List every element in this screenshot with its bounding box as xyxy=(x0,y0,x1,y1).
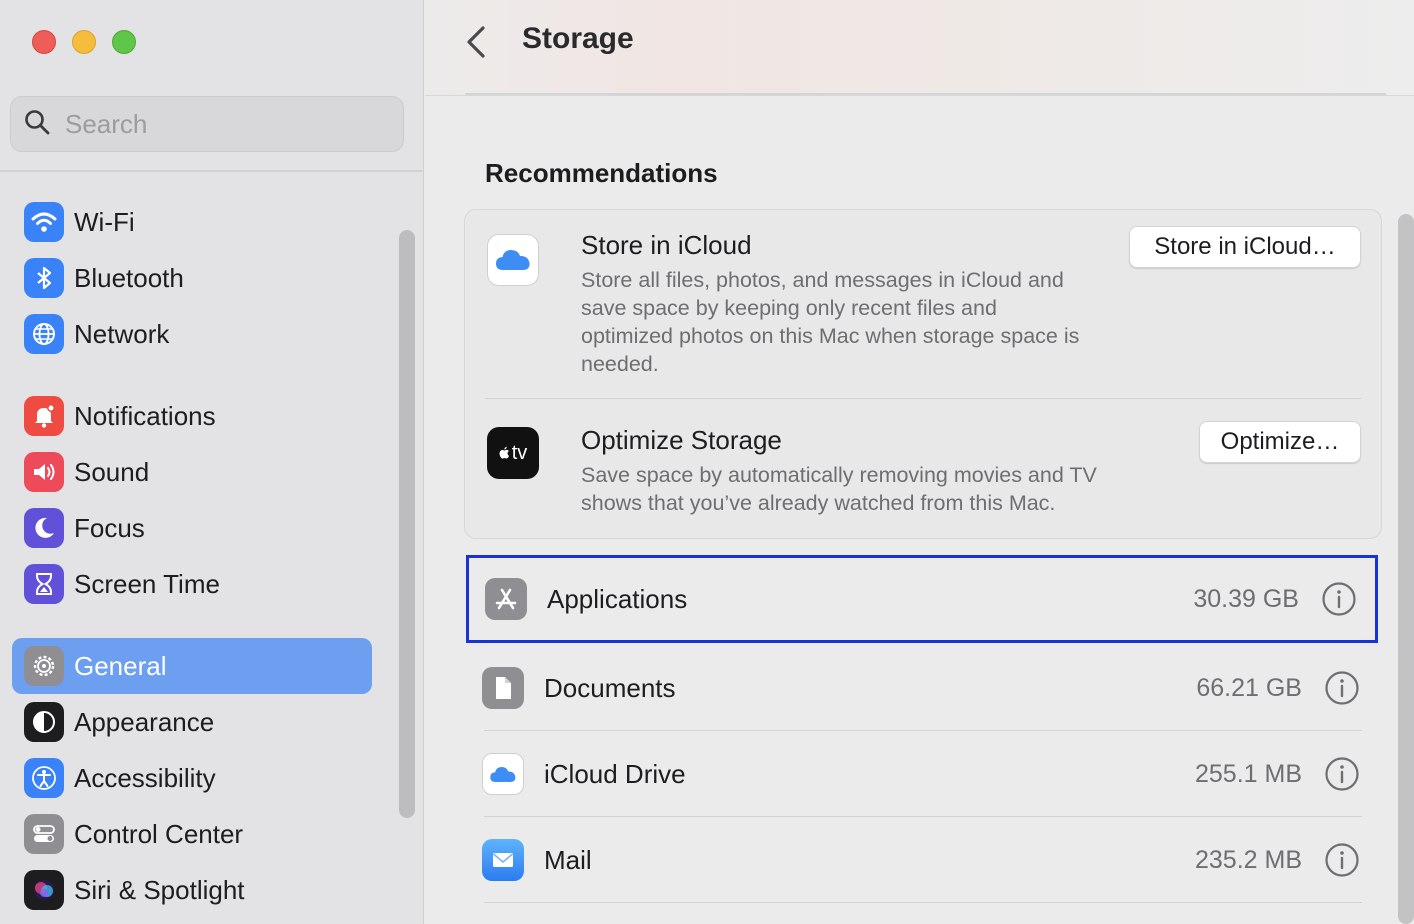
mail-icon xyxy=(482,839,524,881)
toolbar: Storage xyxy=(425,0,1414,96)
document-icon xyxy=(482,667,524,709)
appearance-icon xyxy=(24,702,64,742)
speaker-icon xyxy=(24,452,64,492)
chevron-left-icon[interactable] xyxy=(463,22,491,62)
storage-item-label: iCloud Drive xyxy=(544,758,686,789)
globe-icon xyxy=(24,314,64,354)
siri-icon xyxy=(24,870,64,910)
storage-item-mail[interactable]: Mail 235.2 MB xyxy=(466,817,1378,903)
optimize-button[interactable]: Optimize… xyxy=(1199,421,1361,463)
close-window-button[interactable] xyxy=(32,30,56,54)
sidebar-item-label: Notifications xyxy=(74,400,216,431)
sidebar-item-notifications[interactable]: Notifications xyxy=(12,388,372,444)
icloud-drive-icon xyxy=(482,753,524,795)
sidebar-divider xyxy=(0,170,424,172)
store-in-icloud-button[interactable]: Store in iCloud… xyxy=(1129,226,1361,268)
sidebar-item-label: Bluetooth xyxy=(74,262,184,293)
sidebar-item-label: Screen Time xyxy=(74,568,220,599)
content-scrollbar[interactable] xyxy=(1398,214,1414,924)
sidebar-item-bluetooth[interactable]: Bluetooth xyxy=(12,250,372,306)
storage-item-size: 30.39 GB xyxy=(1193,584,1299,613)
toggles-icon xyxy=(24,814,64,854)
sidebar-item-focus[interactable]: Focus xyxy=(12,500,372,556)
storage-item-label: Documents xyxy=(544,672,676,703)
appletv-icon-text: tv xyxy=(511,441,528,464)
search-field[interactable] xyxy=(10,96,404,152)
info-icon[interactable] xyxy=(1324,756,1360,792)
storage-item-size: 255.1 MB xyxy=(1194,759,1302,788)
recommendation-title: Store in iCloud xyxy=(581,230,752,260)
recommendation-description: Save space by automatically removing mov… xyxy=(581,463,1097,515)
page-title: Storage xyxy=(522,22,634,55)
sidebar-item-wifi[interactable]: Wi-Fi xyxy=(12,194,372,250)
bluetooth-icon xyxy=(24,258,64,298)
sidebar-item-label: Siri & Spotlight xyxy=(74,874,245,905)
sidebar-item-sound[interactable]: Sound xyxy=(12,444,372,500)
sidebar-item-control-center[interactable]: Control Center xyxy=(12,806,372,862)
info-icon[interactable] xyxy=(1324,670,1360,706)
storage-item-label: Applications xyxy=(547,583,688,614)
storage-item-documents[interactable]: Documents 66.21 GB xyxy=(466,645,1378,731)
bell-icon xyxy=(24,396,64,436)
icloud-icon xyxy=(487,234,539,286)
accessibility-icon xyxy=(24,758,64,798)
recommendations-heading: Recommendations xyxy=(485,158,718,188)
sidebar: Wi-Fi Bluetooth Network Notifications So… xyxy=(0,0,424,924)
app-store-icon xyxy=(485,578,527,620)
storage-item-size: 66.21 GB xyxy=(1196,673,1302,702)
sidebar-item-label: Focus xyxy=(74,512,145,543)
sidebar-item-label: Appearance xyxy=(74,706,215,737)
hourglass-icon xyxy=(24,564,64,604)
wifi-icon xyxy=(24,202,64,242)
recommendation-optimize-storage: tv Optimize Storage Save space by automa… xyxy=(485,399,1361,539)
gear-icon xyxy=(24,646,64,686)
recommendations-card: Store in iCloud Store all files, photos,… xyxy=(464,209,1382,539)
storage-item-label: Mail xyxy=(544,844,592,875)
minimize-window-button[interactable] xyxy=(72,30,96,54)
sidebar-item-screen-time[interactable]: Screen Time xyxy=(12,556,372,612)
info-icon[interactable] xyxy=(1321,581,1357,617)
appletv-icon: tv xyxy=(487,427,539,479)
storage-item-size: 235.2 MB xyxy=(1194,845,1302,874)
sidebar-item-siri-spotlight[interactable]: Siri & Spotlight xyxy=(12,862,372,918)
search-icon xyxy=(23,108,51,141)
sidebar-item-accessibility[interactable]: Accessibility xyxy=(12,750,372,806)
moon-icon xyxy=(24,508,64,548)
sidebar-item-label: Wi-Fi xyxy=(74,206,135,237)
sidebar-item-label: Network xyxy=(74,318,170,349)
sidebar-item-general[interactable]: General xyxy=(12,638,372,694)
sidebar-item-label: General xyxy=(74,650,167,681)
sidebar-item-label: Control Center xyxy=(74,818,244,849)
info-icon[interactable] xyxy=(1324,842,1360,878)
recommendation-description: Store all files, photos, and messages in… xyxy=(581,268,1080,376)
zoom-window-button[interactable] xyxy=(112,30,136,54)
storage-item-applications[interactable]: Applications 30.39 GB xyxy=(466,555,1378,643)
sidebar-item-label: Sound xyxy=(74,456,150,487)
row-divider xyxy=(484,902,1362,903)
recommendation-title: Optimize Storage xyxy=(581,425,782,455)
window-controls xyxy=(32,30,136,54)
header-divider xyxy=(465,93,1386,95)
search-input[interactable] xyxy=(65,108,385,140)
storage-item-icloud-drive[interactable]: iCloud Drive 255.1 MB xyxy=(466,731,1378,817)
sidebar-item-network[interactable]: Network xyxy=(12,306,372,362)
sidebar-scrollbar[interactable] xyxy=(399,230,415,818)
recommendation-store-in-icloud: Store in iCloud Store all files, photos,… xyxy=(485,210,1361,398)
sidebar-item-appearance[interactable]: Appearance xyxy=(12,694,372,750)
sidebar-item-label: Accessibility xyxy=(74,762,216,793)
